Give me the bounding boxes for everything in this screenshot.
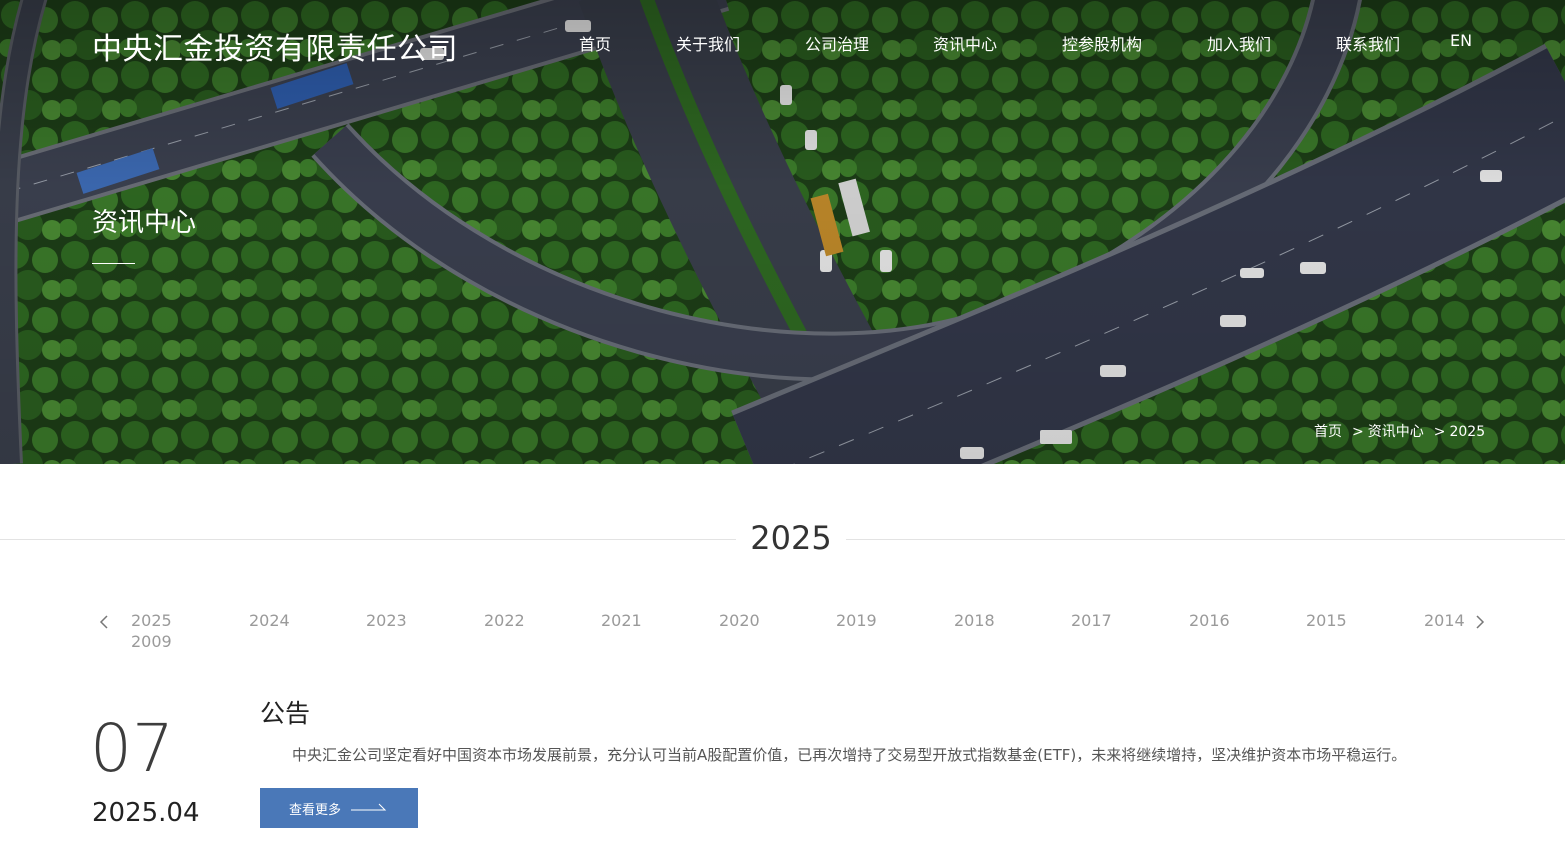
year-tab-2025[interactable]: 2025 [131,611,172,630]
nav-item-news[interactable]: 资讯中心 [933,31,997,55]
year-tab-2009[interactable]: 2009 [131,632,172,651]
year-tab-2015[interactable]: 2015 [1306,611,1347,630]
year-tab-2016[interactable]: 2016 [1189,611,1230,630]
year-tab-2022[interactable]: 2022 [484,611,525,630]
view-more-button[interactable]: 查看更多 [260,788,418,828]
year-tab-2024[interactable]: 2024 [249,611,290,630]
nav-item-home[interactable]: 首页 [579,31,611,55]
breadcrumb-home[interactable]: 首页 [1314,421,1342,441]
nav-item-holdings[interactable]: 控参股机构 [1062,31,1142,55]
breadcrumb: 首页 > 资讯中心 >2025 [1314,421,1485,441]
hero-overlay [0,0,1565,464]
title-underline [92,263,135,264]
breadcrumb-separator: > [1433,424,1446,440]
year-heading: 2025 [750,519,832,557]
news-month: 2025.04 [92,798,200,828]
hero-banner: 中央汇金投资有限责任公司 首页 关于我们 公司治理 资讯中心 控参股机构 加入我… [0,0,1565,464]
year-tab-2021[interactable]: 2021 [601,611,642,630]
chevron-right-icon [1476,615,1485,629]
breadcrumb-current: 2025 [1449,424,1486,440]
nav-item-governance[interactable]: 公司治理 [805,31,869,55]
year-tab-2023[interactable]: 2023 [366,611,407,630]
year-prev-button[interactable] [94,612,114,632]
page-title: 资讯中心 [92,208,197,238]
news-summary: 中央汇金公司坚定看好中国资本市场发展前景，充分认可当前A股配置价值，已再次增持了… [292,746,1407,764]
view-more-label: 查看更多 [289,802,342,818]
year-tab-2019[interactable]: 2019 [836,611,877,630]
main-nav: 首页 关于我们 公司治理 资讯中心 控参股机构 加入我们 联系我们 EN [0,31,1565,55]
year-tab-2018[interactable]: 2018 [954,611,995,630]
year-tab-2020[interactable]: 2020 [719,611,760,630]
breadcrumb-separator: > [1352,424,1364,440]
chevron-left-icon [99,615,108,629]
breadcrumb-news[interactable]: 资讯中心 [1368,421,1424,441]
divider-right [846,539,1565,540]
nav-item-english[interactable]: EN [1450,31,1472,50]
news-title[interactable]: 公告 [260,694,310,730]
year-tab-2014[interactable]: 2014 [1424,611,1465,630]
arrow-right-icon [351,801,389,816]
year-tab-2017[interactable]: 2017 [1071,611,1112,630]
year-next-button[interactable] [1470,612,1490,632]
nav-item-contact[interactable]: 联系我们 [1336,31,1400,55]
nav-item-about[interactable]: 关于我们 [676,31,740,55]
news-day: 07 [90,710,174,787]
nav-item-careers[interactable]: 加入我们 [1207,31,1271,55]
divider-left [0,539,736,540]
